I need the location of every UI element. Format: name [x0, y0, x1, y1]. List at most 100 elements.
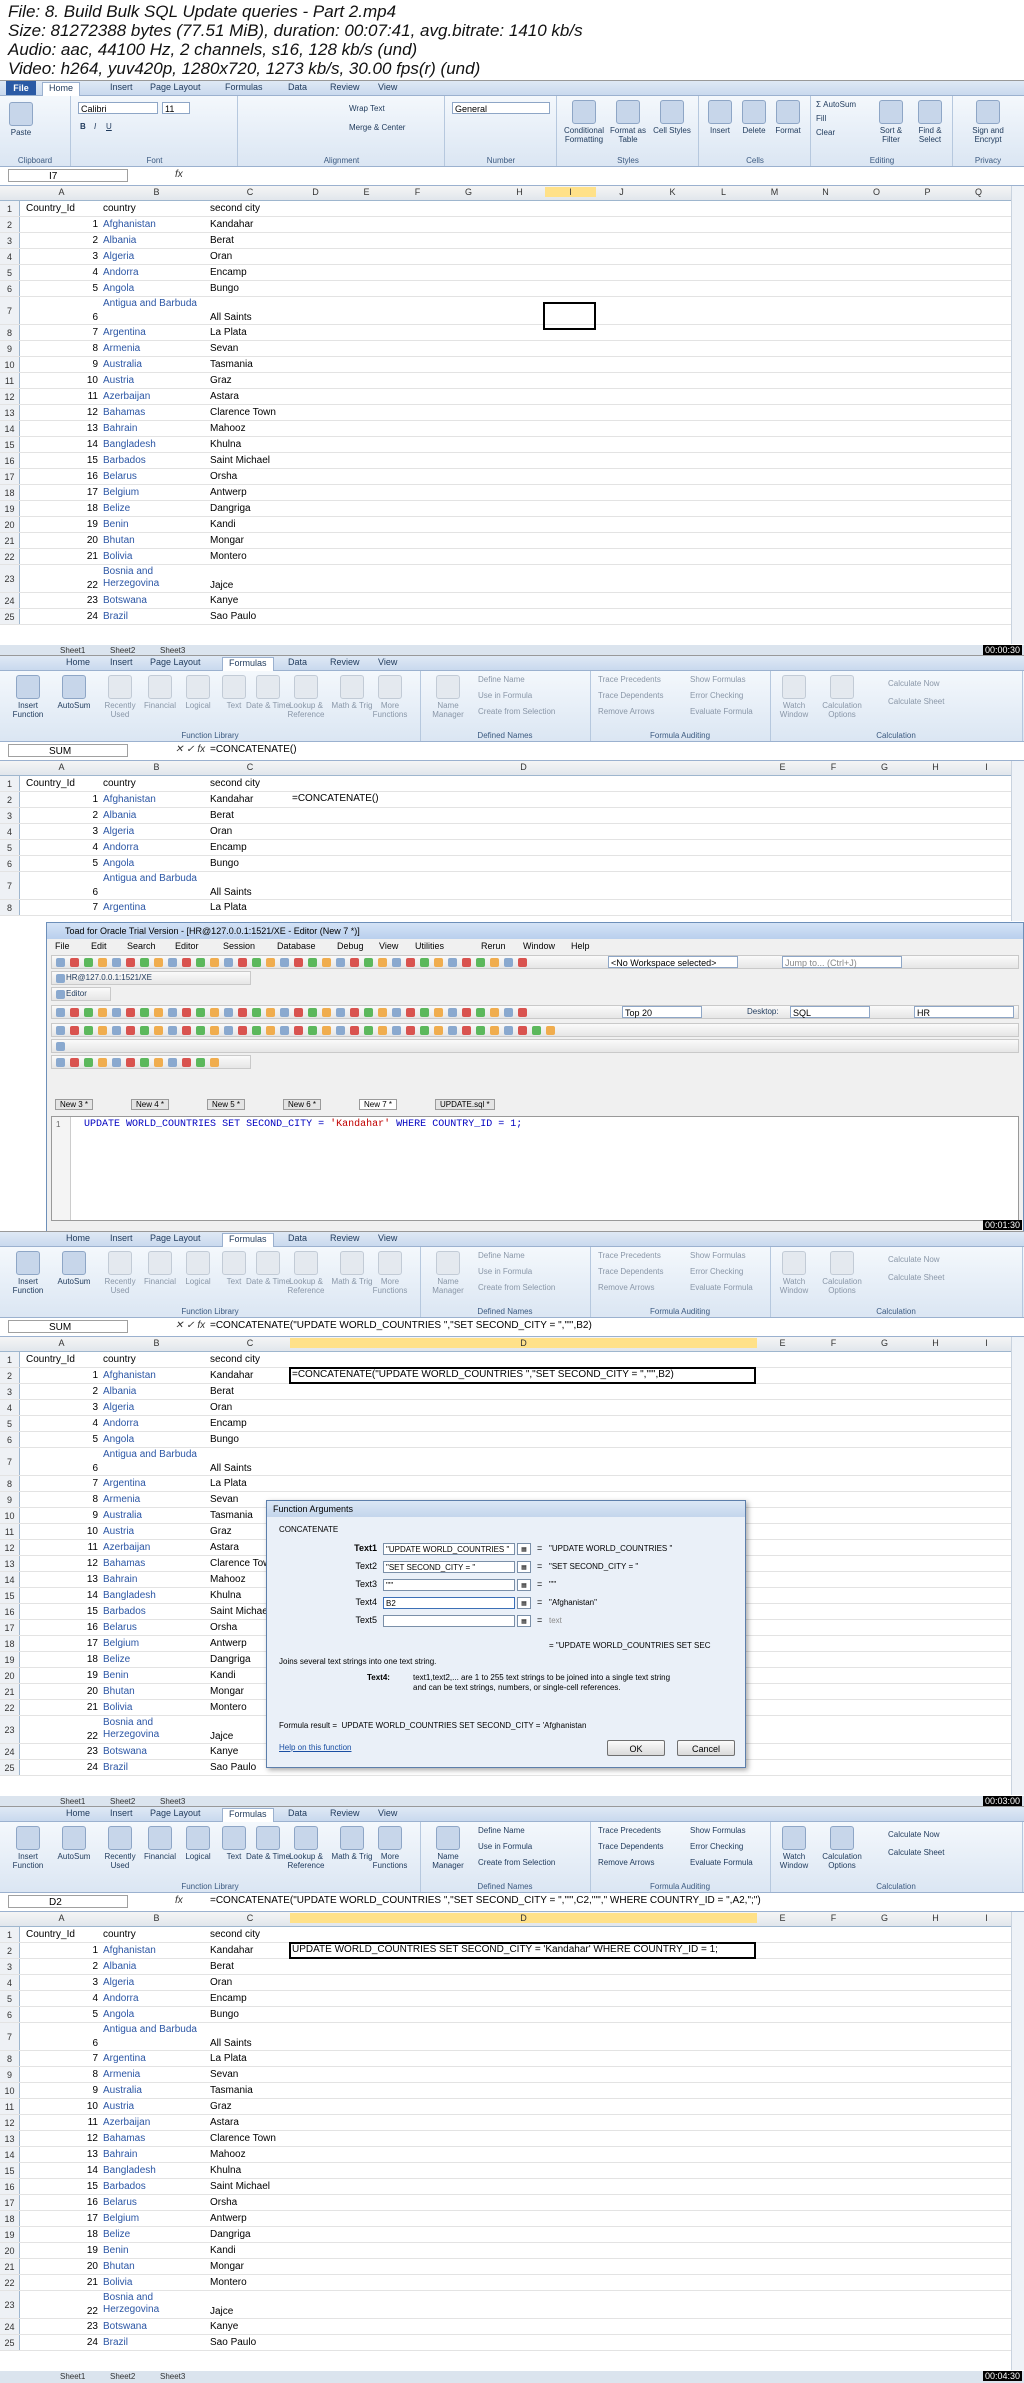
cell-b[interactable]: Albania [103, 235, 207, 246]
row-number[interactable]: 15 [0, 2163, 20, 2178]
toolbar-button[interactable] [238, 1008, 247, 1017]
cell-a[interactable]: 1 [20, 794, 100, 805]
arg-input-2[interactable]: "SET SECOND_CITY = " [383, 1561, 515, 1573]
row-number[interactable]: 22 [0, 2275, 20, 2290]
cell-c[interactable]: Tasmania [210, 2085, 290, 2096]
row-number[interactable]: 4 [0, 249, 20, 264]
toolbar-button[interactable] [308, 958, 317, 967]
cell-a[interactable]: 20 [20, 2261, 100, 2272]
cell-b[interactable]: Bangladesh [103, 1590, 207, 1601]
cell-c[interactable]: Clarence Town [210, 407, 290, 418]
toolbar-button[interactable] [112, 1026, 121, 1035]
column-header-c[interactable]: C [210, 187, 290, 197]
document-tab[interactable]: UPDATE.sql * [435, 1099, 495, 1110]
toolbar-button[interactable] [518, 1026, 527, 1035]
row-number[interactable]: 4 [0, 1400, 20, 1415]
toad-menu-debug[interactable]: Debug [337, 941, 364, 951]
tab-review[interactable]: Review [330, 1233, 360, 1243]
tab-insert[interactable]: Insert [110, 1233, 133, 1243]
toolbar-button[interactable] [336, 1026, 345, 1035]
cell-b[interactable]: Bolivia [103, 2277, 207, 2288]
cell-c[interactable]: Kandi [210, 2245, 290, 2256]
cell-c[interactable]: Saint Michael [210, 455, 290, 466]
row-number[interactable]: 5 [0, 1416, 20, 1431]
cell-a[interactable]: 14 [20, 1590, 100, 1601]
cell-a[interactable]: 10 [20, 375, 100, 386]
cell-b[interactable]: Bosnia and Herzegovina [103, 566, 207, 590]
tab-formulas[interactable]: Formulas [222, 1233, 274, 1247]
editor-tab[interactable]: Editor [66, 989, 87, 998]
toolbar-button[interactable] [196, 1008, 205, 1017]
toolbar-button[interactable] [406, 958, 415, 967]
toolbar-button[interactable] [294, 958, 303, 967]
row-number[interactable]: 3 [0, 808, 20, 823]
toolbar-button[interactable] [154, 1008, 163, 1017]
toolbar-button[interactable] [56, 1042, 65, 1051]
cell-c[interactable]: Saint Michael [210, 2181, 290, 2192]
autosum-button[interactable]: AutoSum [52, 1251, 96, 1286]
cell-b[interactable]: Belize [103, 1654, 207, 1665]
cell-c[interactable]: La Plata [210, 902, 290, 913]
row-number[interactable]: 21 [0, 533, 20, 548]
toolbar-button[interactable] [378, 1008, 387, 1017]
row-number[interactable]: 18 [0, 485, 20, 500]
cell-b[interactable]: Botswana [103, 595, 207, 606]
toad-menu-file[interactable]: File [55, 941, 70, 951]
row-number[interactable]: 2 [0, 792, 20, 807]
cell-b[interactable]: Andorra [103, 842, 207, 853]
cell-d2-value[interactable]: UPDATE WORLD_COUNTRIES SET SECOND_CITY =… [292, 1944, 718, 1955]
cell-c[interactable]: Encamp [210, 1993, 290, 2004]
vertical-scrollbar[interactable] [1011, 761, 1024, 921]
row-number[interactable]: 16 [0, 1604, 20, 1619]
cell-b[interactable]: Afghanistan [103, 1370, 207, 1381]
cell-b[interactable]: Bhutan [103, 1686, 207, 1697]
toolbar-button[interactable] [140, 1058, 149, 1067]
autosum-button[interactable]: Σ AutoSum [816, 100, 856, 109]
format-as-table-button[interactable]: Format as Table [608, 100, 648, 144]
use-in-formula-button[interactable]: Use in Formula [478, 1842, 532, 1851]
number-format-box[interactable]: General [452, 102, 550, 114]
arg-input-3[interactable]: "'" [383, 1579, 515, 1591]
autosum-button[interactable]: AutoSum [52, 675, 96, 710]
column-header-a[interactable]: A [20, 762, 103, 772]
vertical-scrollbar[interactable] [1011, 1337, 1024, 1795]
tab-view[interactable]: View [378, 657, 397, 667]
cell-c[interactable]: La Plata [210, 327, 290, 338]
cell-b[interactable]: Barbados [103, 1606, 207, 1617]
remove-arrows-button[interactable]: Remove Arrows [598, 707, 654, 716]
cell-c[interactable]: All Saints [210, 312, 290, 323]
toolbar-button[interactable] [434, 1026, 443, 1035]
toolbar-button[interactable] [56, 1058, 65, 1067]
toolbar-button[interactable] [476, 1008, 485, 1017]
toolbar-button[interactable] [56, 990, 65, 999]
cell-c[interactable]: La Plata [210, 2053, 290, 2064]
cell-b[interactable]: Argentina [103, 2053, 207, 2064]
show-formulas-button[interactable]: Show Formulas [690, 675, 746, 684]
cell-a[interactable]: 4 [20, 267, 100, 278]
cell-a[interactable]: Country_Id [20, 778, 100, 789]
evaluate-formula-button[interactable]: Evaluate Formula [690, 707, 753, 716]
sort-filter-button[interactable]: Sort & Filter [874, 100, 908, 144]
cell-c[interactable]: Kandi [210, 519, 290, 530]
toolbar-button[interactable] [434, 1008, 443, 1017]
cell-c[interactable]: Montero [210, 551, 290, 562]
cell-b[interactable]: Andorra [103, 1418, 207, 1429]
cell-a[interactable]: 3 [20, 1402, 100, 1413]
cell-a[interactable]: 1 [20, 1370, 100, 1381]
toolbar-button[interactable] [140, 1008, 149, 1017]
toolbar-button[interactable] [378, 958, 387, 967]
cell-c[interactable]: Antwerp [210, 487, 290, 498]
sql-statement[interactable]: UPDATE WORLD_COUNTRIES SET SECOND_CITY =… [84, 1119, 522, 1130]
cell-b[interactable]: Australia [103, 1510, 207, 1521]
toolbar-button[interactable] [210, 958, 219, 967]
toolbar-button[interactable] [518, 958, 527, 967]
toolbar-button[interactable] [98, 1058, 107, 1067]
toolbar-button[interactable] [70, 958, 79, 967]
cell-a[interactable]: 22 [20, 2306, 100, 2317]
tab-view[interactable]: View [378, 1808, 397, 1818]
row-number[interactable]: 16 [0, 2179, 20, 2194]
cell-b[interactable]: Benin [103, 2245, 207, 2256]
toolbar-button[interactable] [56, 958, 65, 967]
toolbar-button[interactable] [98, 1026, 107, 1035]
cell-a[interactable]: 12 [20, 2133, 100, 2144]
